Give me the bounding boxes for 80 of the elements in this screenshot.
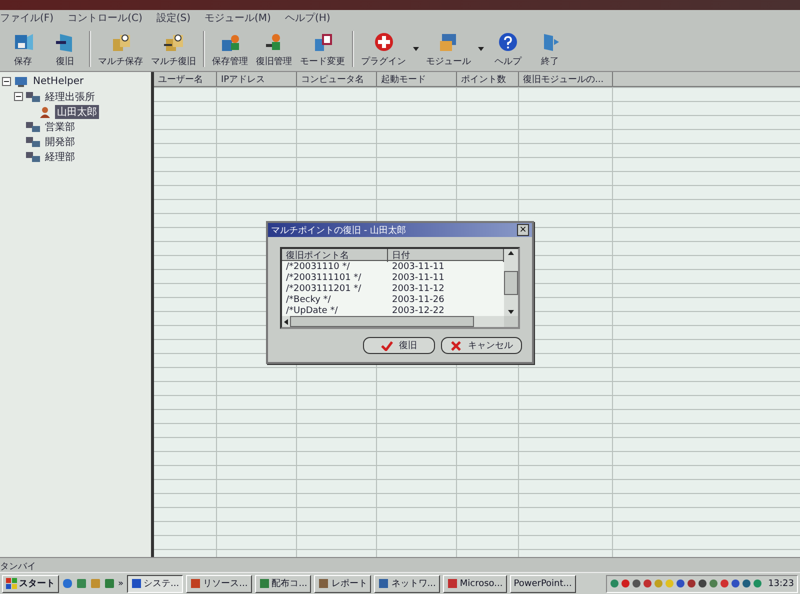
toolbar-button[interactable]: 復旧: [44, 27, 86, 71]
app-icon: [446, 578, 458, 589]
computers-icon: [26, 120, 40, 132]
scroll-up-icon[interactable]: [507, 249, 515, 257]
app-icon: [130, 578, 142, 589]
taskbar-button[interactable]: リソース...: [186, 574, 252, 592]
menu-item[interactable]: コントロール(C): [68, 11, 142, 25]
column-header[interactable]: ユーザー名: [154, 72, 217, 86]
scrollbar-corner: [504, 316, 518, 327]
list-row[interactable]: /*UpDate */ 2003-12-22: [282, 305, 504, 316]
dialog-button[interactable]: キャンセル: [441, 337, 522, 354]
toolbar-button[interactable]: マルチ保存: [94, 27, 147, 71]
list-row[interactable]: /*2003111101 */ 2003-11-11: [282, 272, 504, 283]
taskbar-button[interactable]: PowerPoint...: [510, 574, 576, 592]
scroll-left-icon[interactable]: [282, 318, 290, 326]
collapse-toggle-icon[interactable]: [2, 77, 11, 86]
quick-launch-icon[interactable]: [76, 578, 87, 589]
toolbar-icon: [497, 30, 519, 52]
toolbar-button[interactable]: 終了: [529, 27, 571, 71]
tree-item[interactable]: 営業部: [43, 120, 77, 134]
dialog-button[interactable]: 復旧: [363, 337, 435, 354]
caret-icon[interactable]: [413, 47, 419, 51]
list-row[interactable]: /*2003111201 */ 2003-11-12: [282, 283, 504, 294]
taskbar-button[interactable]: Microso...: [442, 574, 507, 592]
computers-icon: [26, 136, 40, 148]
computers-icon: [26, 90, 40, 102]
menu-item[interactable]: モジュール(M): [204, 11, 271, 25]
menu-item[interactable]: 設定(S): [156, 11, 191, 25]
app-icon: [190, 578, 202, 589]
column-header[interactable]: コンピュータ名: [297, 72, 377, 86]
start-button[interactable]: スタート: [2, 574, 59, 592]
dialog-title: マルチポイントの復旧 - 山田太郎: [271, 224, 406, 236]
app-icon: [378, 578, 390, 589]
close-button[interactable]: ×: [517, 224, 529, 236]
tree-item[interactable]: 経理部: [43, 150, 77, 164]
more-button[interactable]: »: [118, 578, 124, 588]
clock: 13:23: [767, 578, 794, 588]
taskbar-button[interactable]: 配布コ...: [254, 574, 312, 592]
toolbar-icon: [372, 30, 394, 52]
quick-launch-icon[interactable]: [62, 578, 73, 589]
toolbar-button[interactable]: マルチ復旧: [147, 27, 200, 71]
column-header[interactable]: ポイント数: [457, 72, 519, 86]
flag-icon: [6, 578, 17, 589]
horizontal-scrollbar[interactable]: [282, 316, 504, 327]
toolbar-button[interactable]: ヘルプ: [487, 27, 529, 71]
tree-item[interactable]: 開発部: [43, 134, 77, 148]
column-header[interactable]: 起動モード: [377, 72, 457, 86]
column-header[interactable]: 復旧ポイント名: [282, 249, 388, 262]
taskbar-button[interactable]: レポート: [314, 574, 372, 592]
app-icon: [318, 578, 330, 589]
toolbar-button[interactable]: 復旧管理: [252, 27, 296, 71]
collapse-toggle-icon[interactable]: [14, 92, 23, 101]
tree-item[interactable]: 山田太郎: [55, 104, 99, 118]
taskbar-button[interactable]: システ...: [126, 574, 184, 592]
quick-launch-icon[interactable]: [104, 578, 115, 589]
menu-item[interactable]: ファイル(F): [0, 11, 54, 25]
user-icon: [38, 106, 52, 118]
check-icon: [381, 340, 393, 350]
column-header[interactable]: 復旧モジュールの...: [519, 72, 613, 86]
menu-item[interactable]: ヘルプ(H): [284, 11, 330, 25]
computers-icon: [26, 150, 40, 162]
toolbar-button[interactable]: プラグイン: [357, 27, 410, 71]
cross-icon: [450, 340, 462, 350]
status-text: タンバイ: [0, 562, 36, 572]
vertical-scrollbar[interactable]: [504, 249, 518, 316]
scroll-thumb[interactable]: [290, 316, 474, 327]
tree-item[interactable]: 経理出張所: [43, 90, 97, 104]
toolbar-button[interactable]: モジュール: [422, 27, 475, 71]
taskbar-button[interactable]: ネットワ...: [374, 574, 440, 592]
app-icon: [258, 578, 270, 589]
list-row[interactable]: /*20031110 */ 2003-11-11: [282, 261, 504, 272]
scroll-thumb[interactable]: [504, 270, 518, 294]
column-header[interactable]: IPアドレス: [217, 72, 297, 86]
caret-icon[interactable]: [478, 47, 484, 51]
toolbar-button[interactable]: 保存管理: [208, 27, 252, 71]
tree-item[interactable]: NetHelper: [31, 76, 86, 87]
toolbar-button[interactable]: モード変更: [296, 27, 349, 71]
toolbar-button[interactable]: 保存: [2, 27, 44, 71]
list-row[interactable]: /*Becky */ 2003-11-26: [282, 294, 504, 305]
computer-icon: [14, 76, 28, 88]
